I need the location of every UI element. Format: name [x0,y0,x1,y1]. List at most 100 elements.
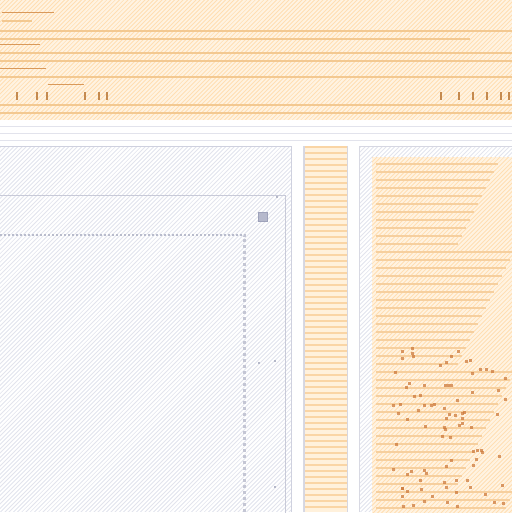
header-rule [2,12,54,13]
side-panel-glyph [471,391,474,394]
side-panel-glyph [441,435,444,438]
side-panel-glyph [455,491,458,494]
header-rule [2,20,32,22]
side-panel-rule [376,243,458,245]
side-panel-rule [376,195,482,197]
side-panel-rule [376,491,512,493]
side-panel-glyph [472,450,475,453]
side-panel-glyph [423,404,426,407]
side-panel-rule [376,211,474,213]
side-panel-glyph [392,468,395,471]
toolbar-icon[interactable] [486,92,488,100]
side-panel-rule [376,323,478,325]
side-panel-glyph [443,481,446,484]
side-panel-glyph [419,394,422,397]
side-panel-glyph [408,382,411,385]
document-canvas[interactable] [0,234,246,512]
toolbar-icon[interactable] [472,92,474,100]
side-panel-glyph [497,389,500,392]
side-panel-glyph [406,473,409,476]
side-panel-rule [376,331,474,333]
side-panel-glyph [466,479,469,482]
side-panel-glyph [394,371,397,374]
header-rule [0,112,512,114]
side-panel-rule [376,435,482,437]
side-panel-glyph [445,361,448,364]
side-panel-glyph [504,398,507,401]
side-panel-rule [376,299,490,301]
resize-handle-icon[interactable] [258,212,268,222]
side-panel-rule [376,475,462,477]
side-panel-glyph [399,403,402,406]
side-panel-glyph [419,479,422,482]
side-panel-glyph [406,418,409,421]
toolbar-icon[interactable] [508,92,510,100]
side-panel-rule [376,275,502,277]
side-panel-rule [376,419,490,421]
side-panel-glyph [423,500,426,503]
side-panel-glyph [395,443,398,446]
side-panel-glyph [450,459,453,462]
side-panel-glyph [450,384,453,387]
side-panel-rule [376,467,466,469]
side-panel-glyph [461,417,464,420]
side-panel-glyph [410,470,413,473]
side-panel-rule [376,451,474,453]
side-panel-glyph [397,412,400,415]
side-panel-rule [376,387,506,389]
side-panel-rule [376,203,478,205]
toolbar-icon[interactable] [106,92,108,100]
side-panel-glyph [401,495,404,498]
side-panel-glyph [412,355,415,358]
toolbar-icon[interactable] [500,92,502,100]
side-panel-glyph [449,436,452,439]
side-panel-rule [376,179,490,181]
side-panel-glyph [491,370,494,373]
side-panel-glyph [469,486,472,489]
toolbar-icon[interactable] [84,92,86,100]
side-panel-glyph [484,493,487,496]
header-rule [0,30,512,32]
toolbar-icon[interactable] [458,92,460,100]
toolbar-icon[interactable] [46,92,48,100]
side-panel-rule [376,499,510,501]
side-panel-rule [376,251,512,253]
side-panel-glyph [479,368,482,371]
marker-dot [274,360,276,362]
side-panel-rule [376,379,510,381]
side-panel-rule [376,307,486,309]
marker-dot [274,486,276,488]
toolbar-icon[interactable] [36,92,38,100]
side-panel-content [372,157,512,513]
side-panel-glyph [433,403,436,406]
header-rule [48,84,84,85]
side-panel-glyph [456,505,459,508]
side-panel-glyph [501,484,504,487]
side-panel-glyph [424,425,427,428]
header-separator [0,120,512,146]
side-panel-rule [376,443,478,445]
side-panel-glyph [401,487,404,490]
side-panel-glyph [476,449,479,452]
side-panel-glyph [423,469,426,472]
header-rule [0,38,470,40]
toolbar-icon[interactable] [16,92,18,100]
side-panel-glyph [430,404,433,407]
corner-dot [276,196,278,198]
side-panel-glyph [465,360,468,363]
side-panel-glyph [469,359,472,362]
side-panel-glyph [411,352,414,355]
side-panel-glyph [431,495,434,498]
vertical-scrollbar[interactable] [304,146,348,512]
side-panel-glyph [461,422,464,425]
side-panel-rule [376,235,462,237]
header-rule [0,44,40,45]
side-panel-glyph [472,464,475,467]
side-panel-glyph [457,350,460,353]
marker-dot [258,362,260,364]
side-panel-glyph [423,384,426,387]
side-panel-glyph [493,501,496,504]
toolbar-icon[interactable] [98,92,100,100]
toolbar-icon[interactable] [440,92,442,100]
side-panel-glyph [413,395,416,398]
